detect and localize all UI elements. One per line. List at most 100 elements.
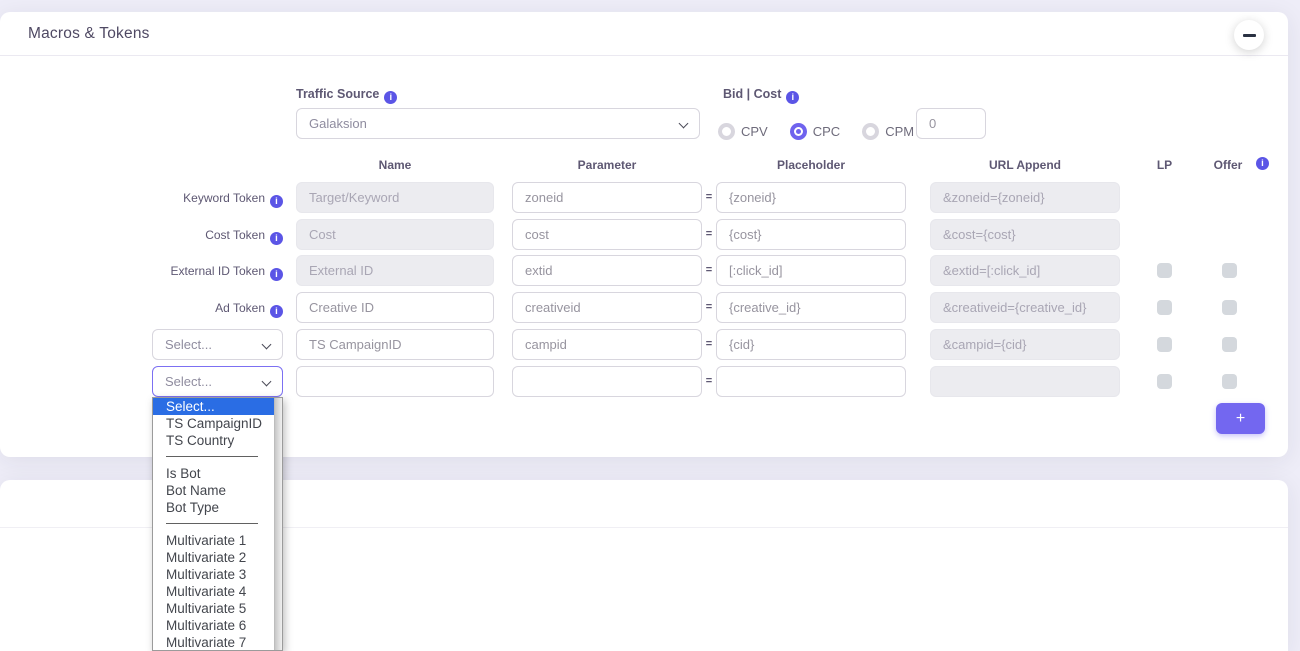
- parameter-input[interactable]: [512, 329, 702, 360]
- bid-cost-radios: CPV CPC CPM: [718, 116, 936, 147]
- column-header-lp: LP: [1147, 158, 1182, 172]
- table-row-cost-token: Cost Tokeni =: [0, 219, 1288, 250]
- name-input[interactable]: [296, 366, 494, 397]
- parameter-input[interactable]: [512, 182, 702, 213]
- placeholder-input[interactable]: [716, 366, 906, 397]
- radio-cpc-label: CPC: [813, 124, 840, 139]
- equals-sign: =: [703, 228, 715, 240]
- card-header: Macros & Tokens: [0, 12, 1288, 56]
- radio-cpv-label: CPV: [741, 124, 768, 139]
- placeholder-input[interactable]: [716, 292, 906, 323]
- info-icon[interactable]: i: [786, 91, 799, 104]
- chevron-down-icon: [262, 340, 272, 350]
- radio-cpc[interactable]: [790, 123, 807, 140]
- row-label: Cost Tokeni: [205, 228, 283, 245]
- column-header-parameter: Parameter: [512, 158, 702, 172]
- equals-sign: =: [703, 338, 715, 350]
- equals-sign: =: [703, 375, 715, 387]
- dropdown-option-is-bot[interactable]: Is Bot: [153, 465, 274, 482]
- column-header-url-append: URL Append: [930, 158, 1120, 172]
- placeholder-input[interactable]: [716, 329, 906, 360]
- lp-checkbox[interactable]: [1157, 300, 1172, 315]
- offer-checkbox[interactable]: [1222, 374, 1237, 389]
- row-label: External ID Tokeni: [171, 264, 284, 281]
- url-append-input: [930, 366, 1120, 397]
- bid-cost-label: Bid | Costi: [723, 87, 799, 104]
- lp-checkbox[interactable]: [1157, 374, 1172, 389]
- table-row-keyword-token: Keyword Tokeni =: [0, 182, 1288, 213]
- placeholder-input[interactable]: [716, 182, 906, 213]
- dropdown-scrollbar[interactable]: [274, 398, 282, 650]
- url-append-input: [930, 219, 1120, 250]
- name-input: [296, 182, 494, 213]
- dropdown-option-multivariate-1[interactable]: Multivariate 1: [153, 532, 274, 549]
- name-input: [296, 255, 494, 286]
- token-2-select[interactable]: Select...: [152, 366, 283, 397]
- collapse-button[interactable]: [1234, 20, 1264, 50]
- lp-checkbox[interactable]: [1157, 263, 1172, 278]
- table-row-ad-token: Ad Tokeni =: [0, 292, 1288, 323]
- dropdown-separator: [153, 449, 274, 465]
- dropdown-option-multivariate-4[interactable]: Multivariate 4: [153, 583, 274, 600]
- dropdown-option-select[interactable]: Select...: [153, 398, 274, 415]
- name-input: [296, 219, 494, 250]
- chevron-down-icon: [262, 377, 272, 387]
- parameter-input[interactable]: [512, 366, 702, 397]
- minus-icon: [1243, 34, 1256, 37]
- name-input[interactable]: [296, 292, 494, 323]
- info-icon[interactable]: i: [270, 232, 283, 245]
- macros-tokens-card: Macros & Tokens Traffic Sourcei Galaksio…: [0, 12, 1288, 457]
- parameter-input[interactable]: [512, 219, 702, 250]
- placeholder-input[interactable]: [716, 219, 906, 250]
- url-append-input: [930, 292, 1120, 323]
- row-label: Ad Tokeni: [215, 301, 283, 318]
- traffic-source-select[interactable]: Galaksion: [296, 108, 700, 139]
- info-icon[interactable]: i: [270, 195, 283, 208]
- traffic-source-label: Traffic Sourcei: [296, 87, 397, 104]
- dropdown-option-multivariate-7[interactable]: Multivariate 7: [153, 634, 274, 651]
- radio-cpv[interactable]: [718, 123, 735, 140]
- equals-sign: =: [703, 191, 715, 203]
- info-icon[interactable]: i: [270, 305, 283, 318]
- dropdown-option-multivariate-6[interactable]: Multivariate 6: [153, 617, 274, 634]
- dropdown-option-bot-name[interactable]: Bot Name: [153, 482, 274, 499]
- name-input[interactable]: [296, 329, 494, 360]
- chevron-down-icon: [679, 119, 689, 129]
- dropdown-separator: [153, 516, 274, 532]
- dropdown-option-bot-type[interactable]: Bot Type: [153, 499, 274, 516]
- dropdown-option-ts-campaignid[interactable]: TS CampaignID: [153, 415, 274, 432]
- placeholder-input[interactable]: [716, 255, 906, 286]
- table-row-token-2: Token 2 Select... =: [0, 366, 1288, 397]
- token-1-select[interactable]: Select...: [152, 329, 283, 360]
- column-header-placeholder: Placeholder: [716, 158, 906, 172]
- url-append-input: [930, 255, 1120, 286]
- parameter-input[interactable]: [512, 255, 702, 286]
- parameter-input[interactable]: [512, 292, 702, 323]
- offer-checkbox[interactable]: [1222, 263, 1237, 278]
- dropdown-option-multivariate-5[interactable]: Multivariate 5: [153, 600, 274, 617]
- offer-info-icon[interactable]: i: [1256, 157, 1269, 170]
- add-token-button[interactable]: +: [1216, 403, 1265, 434]
- token-2-dropdown-list: Select... TS CampaignID TS Country Is Bo…: [152, 397, 283, 651]
- radio-cpm[interactable]: [862, 123, 879, 140]
- info-icon[interactable]: i: [270, 268, 283, 281]
- equals-sign: =: [703, 264, 715, 276]
- info-icon[interactable]: i: [384, 91, 397, 104]
- cost-input[interactable]: [916, 108, 986, 139]
- column-header-offer: Offer: [1205, 158, 1251, 172]
- radio-cpm-label: CPM: [885, 124, 914, 139]
- dropdown-option-multivariate-3[interactable]: Multivariate 3: [153, 566, 274, 583]
- lp-checkbox[interactable]: [1157, 337, 1172, 352]
- url-append-input: [930, 182, 1120, 213]
- offer-checkbox[interactable]: [1222, 300, 1237, 315]
- dropdown-option-ts-country[interactable]: TS Country: [153, 432, 274, 449]
- traffic-source-value: Galaksion: [309, 116, 367, 131]
- column-header-name: Name: [296, 158, 494, 172]
- page: Macros & Tokens Traffic Sourcei Galaksio…: [0, 0, 1300, 651]
- offer-checkbox[interactable]: [1222, 337, 1237, 352]
- equals-sign: =: [703, 301, 715, 313]
- table-row-external-id-token: External ID Tokeni =: [0, 255, 1288, 286]
- row-label: Keyword Tokeni: [183, 191, 283, 208]
- url-append-input: [930, 329, 1120, 360]
- dropdown-option-multivariate-2[interactable]: Multivariate 2: [153, 549, 274, 566]
